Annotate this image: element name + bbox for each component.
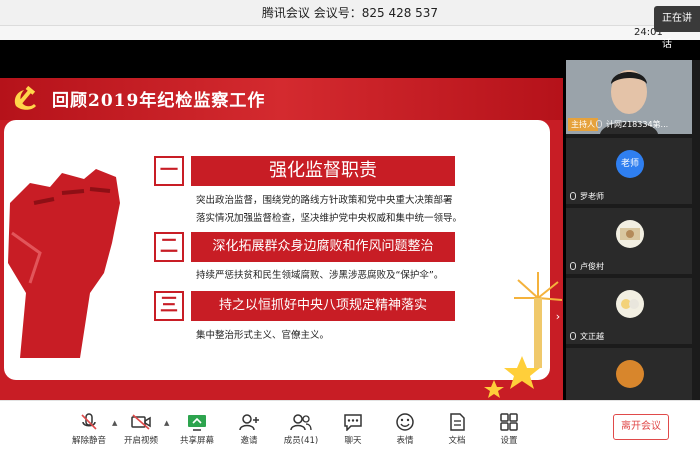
settings-grid-icon <box>500 413 518 431</box>
meeting-controls-bar: 解除静音 ▲ 开启视频 ▲ 共享屏幕 邀请 成员(41) 聊天 表情 文档 设置… <box>0 400 700 457</box>
participants-panel: 主持人 计网218334第... 老师 罗老师 卢俊村 文正越 <box>566 60 700 400</box>
participant-avatar: 老师 <box>616 150 644 178</box>
members-label: 成员(41) <box>283 436 319 446</box>
chat-label: 聊天 <box>344 436 362 446</box>
item-1-desc-line-2: 落实情况加强监督检查，坚决维护党中央权威和集中统一领导。 <box>196 213 463 224</box>
invite-label: 邀请 <box>240 436 258 446</box>
item-1-desc-line-1: 突出政治监督，围绕党的路线方针政策和党中央重大决策部署 <box>196 195 453 206</box>
mic-muted-icon <box>570 262 576 270</box>
participant-name: 罗老师 <box>580 192 604 201</box>
raised-fist-icon <box>8 169 120 358</box>
item-2-title: 深化拓展群众身边腐败和作风问题整治 <box>191 232 455 262</box>
participant-tile-1[interactable]: 老师 罗老师 <box>566 138 692 204</box>
host-badge: 主持人 <box>568 118 598 131</box>
item-3-description: 集中整治形式主义、官僚主义。 <box>196 330 330 341</box>
cartoon-avatar-icon <box>620 228 640 240</box>
participant-tile-3[interactable]: 文正越 <box>566 278 692 344</box>
item-3-number: 三 <box>154 291 184 321</box>
item-2-number: 二 <box>154 232 184 262</box>
slide-title: 回顾2019年纪检监察工作 <box>52 91 266 111</box>
unmute-button[interactable]: 解除静音 <box>64 413 114 453</box>
share-screen-label: 共享屏幕 <box>179 436 214 446</box>
video-options-caret-icon[interactable]: ▲ <box>164 419 169 427</box>
reactions-button[interactable]: 表情 <box>380 413 430 453</box>
video-participant-name: 计网218334第... <box>606 120 669 129</box>
title-bar: 腾讯会议 会议号：825 428 537 <box>0 0 700 26</box>
presentation-slide: 回顾2019年纪检监察工作 一 强化监督职责 突出政治监督，围绕党的路线方针政策… <box>0 78 563 400</box>
share-screen-button[interactable]: 共享屏幕 <box>172 413 222 453</box>
mic-muted-icon <box>570 192 576 200</box>
meeting-title: 腾讯会议 会议号：825 428 537 <box>261 6 439 20</box>
unmute-label: 解除静音 <box>71 436 106 446</box>
item-2-description: 持续严惩扶贫和民生领域腐败、涉黑涉恶腐败及“保护伞”。 <box>196 270 444 281</box>
share-screen-icon <box>188 415 206 431</box>
participant-avatar <box>616 360 644 388</box>
item-1-title: 强化监督职责 <box>191 156 455 186</box>
start-video-label: 开启视频 <box>123 436 158 446</box>
start-video-button[interactable]: 开启视频 <box>116 413 166 453</box>
settings-button[interactable]: 设置 <box>484 413 534 453</box>
add-user-icon <box>239 414 259 431</box>
mic-muted-icon <box>81 413 97 430</box>
participant-name: 卢俊村 <box>580 262 604 271</box>
participant-tile-4[interactable] <box>566 348 692 400</box>
participant-video-tile[interactable]: 主持人 计网218334第... <box>566 60 692 134</box>
star-decoration-icon <box>484 272 562 398</box>
meeting-status-row: 24:01 <box>0 26 700 40</box>
mic-icon <box>596 120 602 128</box>
participant-tile-2[interactable]: 卢俊村 <box>566 208 692 274</box>
documents-label: 文档 <box>448 436 466 446</box>
members-icon <box>290 414 312 431</box>
item-1-number: 一 <box>154 156 184 186</box>
video-off-icon <box>131 414 151 430</box>
members-button[interactable]: 成员(41) <box>276 413 326 453</box>
smile-icon <box>396 413 414 431</box>
mic-muted-icon <box>570 332 576 340</box>
speaking-tooltip: 正在讲话 <box>654 6 700 50</box>
reactions-label: 表情 <box>396 436 414 446</box>
item-1-description: 突出政治监督，围绕党的路线方针政策和党中央重大决策部署 落实情况加强监督检查，坚… <box>196 192 462 228</box>
leave-meeting-button[interactable]: 离开会议 <box>613 414 669 440</box>
participant-avatar <box>616 220 644 248</box>
settings-label: 设置 <box>500 436 518 446</box>
invite-button[interactable]: 邀请 <box>224 413 274 453</box>
participant-name: 文正越 <box>580 332 604 341</box>
documents-button[interactable]: 文档 <box>432 413 482 453</box>
participant-avatar <box>616 290 644 318</box>
item-3-title: 持之以恒抓好中央八项规定精神落实 <box>191 291 455 321</box>
chat-button[interactable]: 聊天 <box>328 413 378 453</box>
next-slide-arrow-icon[interactable]: › <box>553 306 563 328</box>
cartoon-avatar-icon <box>621 299 639 309</box>
hammer-sickle-icon <box>14 86 36 110</box>
document-icon <box>450 413 465 431</box>
chat-icon <box>344 414 362 431</box>
